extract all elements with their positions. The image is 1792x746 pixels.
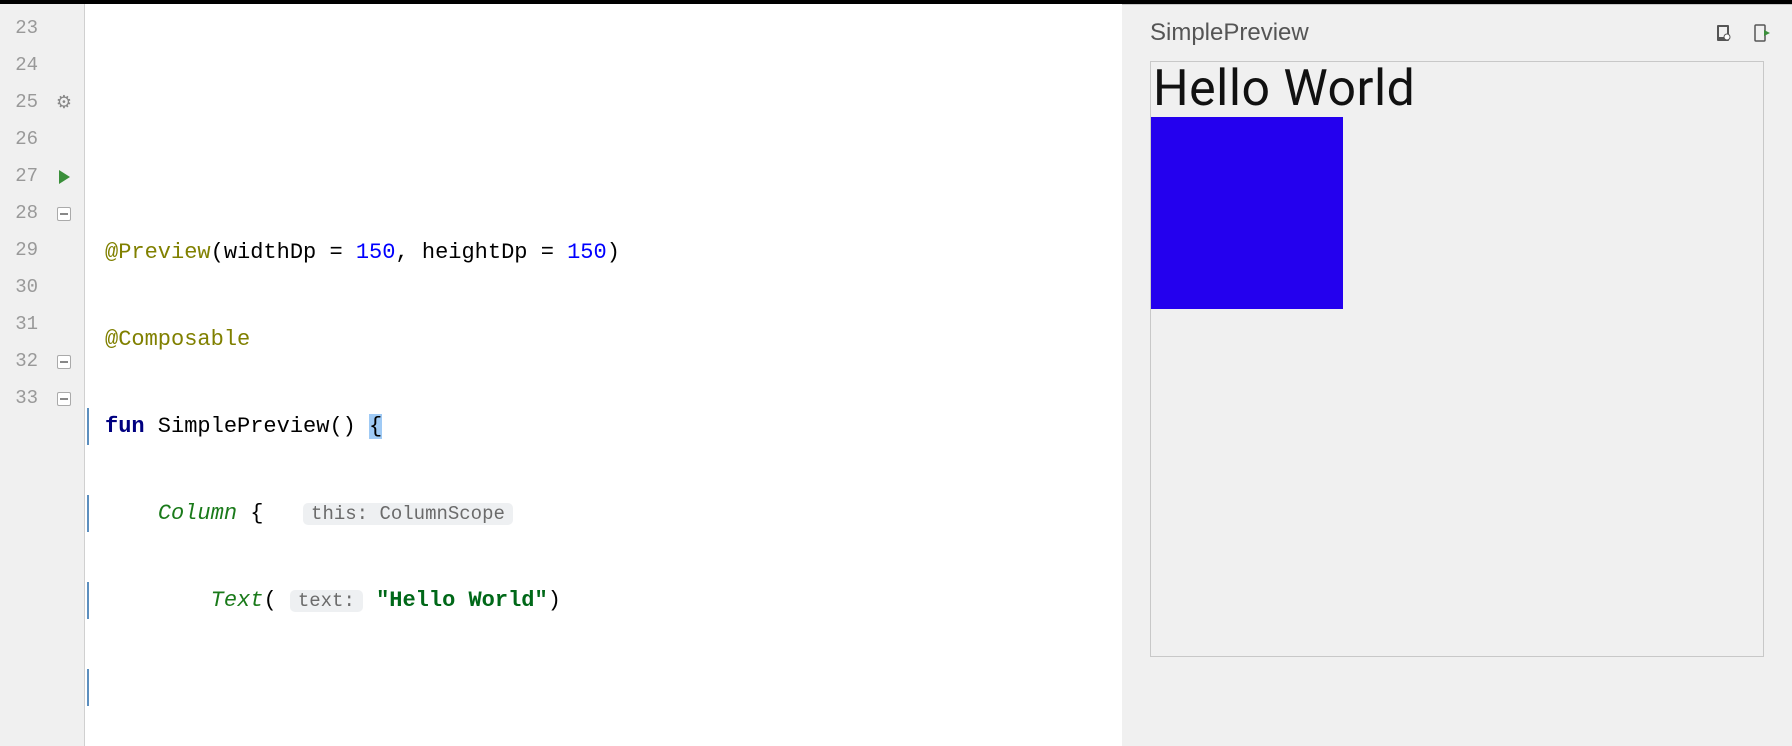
compose-text-hello: Hello World bbox=[1151, 62, 1415, 117]
line-number[interactable]: 25 bbox=[0, 84, 44, 121]
code-area[interactable]: @Preview(widthDp = 150, heightDp = 150) … bbox=[85, 4, 1122, 746]
deploy-preview-icon[interactable] bbox=[1750, 21, 1774, 45]
gear-icon[interactable]: ⚙ bbox=[56, 92, 72, 114]
preview-canvas[interactable]: Hello World bbox=[1150, 61, 1764, 657]
run-gutter-icon[interactable] bbox=[56, 169, 72, 185]
gutter-icons: ⚙ bbox=[44, 4, 84, 746]
line-number[interactable]: 27 bbox=[0, 158, 44, 195]
code-line-26[interactable]: @Composable bbox=[85, 321, 1122, 358]
inlay-hint: this: ColumnScope bbox=[303, 503, 513, 525]
compose-box-blue bbox=[1151, 117, 1343, 309]
code-line-30[interactable] bbox=[85, 669, 1122, 706]
interactive-preview-icon[interactable] bbox=[1712, 21, 1736, 45]
preview-toolbar bbox=[1712, 21, 1774, 45]
fold-icon[interactable] bbox=[57, 355, 71, 369]
line-number[interactable]: 26 bbox=[0, 121, 44, 158]
gutter: 23 24 25 26 27 28 29 30 31 32 33 ⚙ bbox=[0, 4, 85, 746]
code-line-28[interactable]: Column { this: ColumnScope bbox=[85, 495, 1122, 532]
preview-header: SimplePreview bbox=[1122, 5, 1792, 61]
line-number[interactable]: 30 bbox=[0, 269, 44, 306]
line-number[interactable]: 31 bbox=[0, 306, 44, 343]
line-number[interactable]: 28 bbox=[0, 195, 44, 232]
line-number[interactable]: 23 bbox=[0, 10, 44, 47]
line-number[interactable]: 32 bbox=[0, 343, 44, 380]
code-line-25[interactable]: @Preview(widthDp = 150, heightDp = 150) bbox=[85, 234, 1122, 271]
line-numbers: 23 24 25 26 27 28 29 30 31 32 33 bbox=[0, 4, 44, 746]
compose-column: Hello World bbox=[1151, 62, 1763, 656]
compose-preview-panel: SimplePreview Hello World bbox=[1122, 4, 1792, 746]
fold-icon[interactable] bbox=[57, 207, 71, 221]
line-number[interactable]: 24 bbox=[0, 47, 44, 84]
inlay-hint: text: bbox=[290, 590, 363, 612]
preview-title: SimplePreview bbox=[1150, 19, 1309, 47]
code-editor[interactable]: 23 24 25 26 27 28 29 30 31 32 33 ⚙ bbox=[0, 4, 1122, 746]
fold-icon[interactable] bbox=[57, 392, 71, 406]
code-line-27[interactable]: fun SimplePreview() { bbox=[85, 408, 1122, 445]
code-line-29[interactable]: Text( text: "Hello World") bbox=[85, 582, 1122, 619]
line-number[interactable]: 29 bbox=[0, 232, 44, 269]
line-number[interactable]: 33 bbox=[0, 380, 44, 417]
